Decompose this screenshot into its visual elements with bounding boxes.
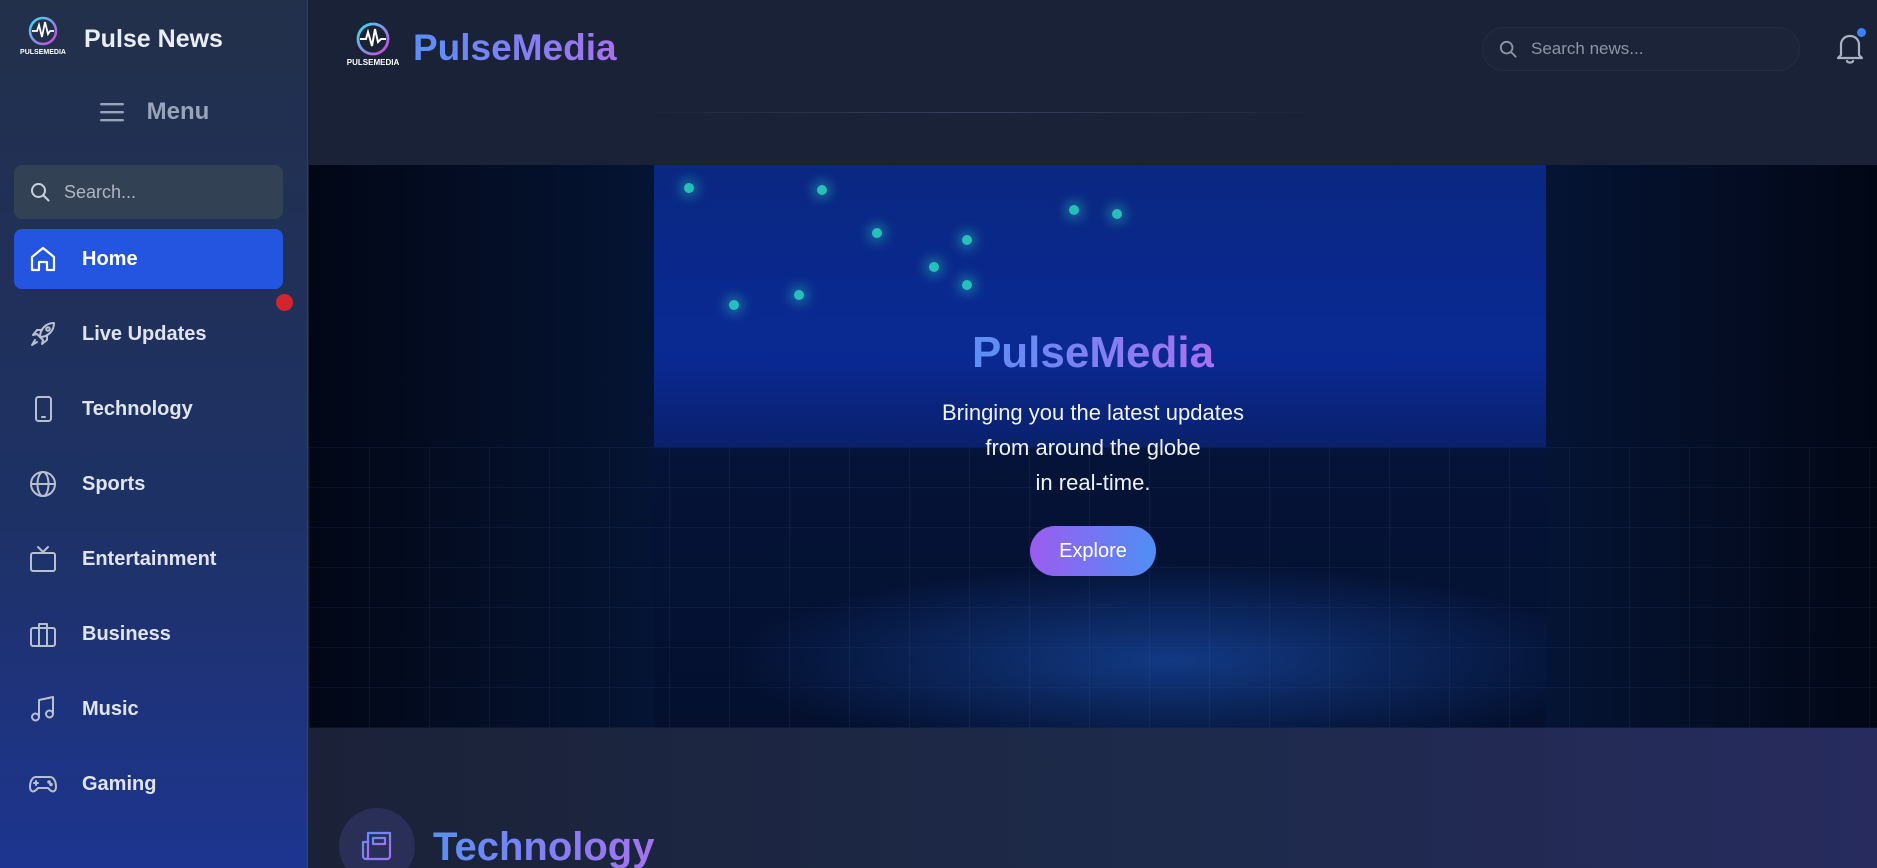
gamepad-icon — [29, 776, 57, 793]
hero-subtitle-line: from around the globe — [985, 435, 1201, 460]
sidebar: PULSEMEDIA Pulse News Menu Home — [0, 0, 308, 868]
section-icon-badge — [339, 808, 415, 868]
sidebar-item-entertainment[interactable]: Entertainment — [14, 529, 283, 589]
hero-banner: PulseMedia Bringing you the latest updat… — [309, 165, 1877, 728]
hero-subtitle-line: in real-time. — [1035, 470, 1151, 495]
rocket-icon — [31, 322, 55, 346]
globe-icon — [30, 471, 56, 497]
sidebar-brand-name: Pulse News — [84, 24, 223, 53]
sidebar-item-label: Live Updates — [82, 322, 207, 345]
svg-text:PULSEMEDIA: PULSEMEDIA — [347, 58, 399, 67]
newspaper-icon — [361, 831, 392, 861]
sidebar-search — [14, 165, 283, 219]
header-title: PulseMedia — [413, 27, 617, 68]
sidebar-item-label: Business — [82, 622, 171, 645]
tv-icon — [30, 546, 56, 572]
sidebar-item-label: Music — [82, 697, 139, 720]
sidebar-brand[interactable]: PULSEMEDIA Pulse News — [20, 16, 223, 62]
hero-subtitle: Bringing you the latest updates from aro… — [913, 395, 1273, 500]
sidebar-item-label: Entertainment — [82, 547, 217, 570]
sidebar-item-business[interactable]: Business — [14, 604, 283, 664]
sidebar-item-gaming[interactable]: Gaming — [14, 754, 283, 814]
header-search-input[interactable] — [1531, 39, 1771, 59]
sidebar-item-home[interactable]: Home — [14, 229, 283, 289]
live-updates-badge — [276, 294, 293, 311]
tablet-icon — [35, 396, 52, 422]
sidebar-item-label: Home — [82, 247, 138, 270]
technology-section: Technology — [309, 728, 1877, 868]
search-icon — [31, 183, 50, 202]
sidebar-item-label: Technology — [82, 397, 193, 420]
sidebar-item-label: Sports — [82, 472, 146, 495]
home-icon — [30, 246, 56, 272]
explore-button[interactable]: Explore — [1030, 526, 1156, 576]
sidebar-item-sports[interactable]: Sports — [14, 454, 283, 514]
music-note-icon — [31, 696, 54, 722]
sidebar-item-technology[interactable]: Technology — [14, 379, 283, 439]
hero-subtitle-line: Bringing you the latest updates — [941, 400, 1245, 425]
hero-content: PulseMedia Bringing you the latest updat… — [309, 165, 1877, 728]
notification-dot — [1857, 28, 1866, 37]
menu-label: Menu — [146, 98, 210, 125]
top-header: PULSEMEDIA PulseMedia — [309, 0, 1877, 116]
sidebar-item-live-updates[interactable]: Live Updates — [14, 304, 283, 364]
header-search — [1482, 27, 1800, 71]
hamburger-icon — [99, 103, 124, 122]
header-divider — [629, 112, 1329, 113]
menu-toggle[interactable]: Menu — [0, 98, 307, 126]
pulsemedia-logo: PULSEMEDIA — [20, 16, 66, 56]
sidebar-item-label: Gaming — [82, 772, 157, 795]
section-title: Technology — [433, 822, 654, 868]
hero-title: PulseMedia — [972, 325, 1214, 381]
briefcase-icon — [30, 623, 56, 647]
pulsemedia-logo: PULSEMEDIA — [347, 22, 399, 67]
sidebar-search-input[interactable] — [64, 181, 264, 203]
search-icon — [1499, 40, 1517, 58]
header-brand[interactable]: PULSEMEDIA PulseMedia — [347, 22, 617, 74]
svg-text:PULSEMEDIA: PULSEMEDIA — [20, 49, 66, 56]
sidebar-item-music[interactable]: Music — [14, 679, 283, 739]
